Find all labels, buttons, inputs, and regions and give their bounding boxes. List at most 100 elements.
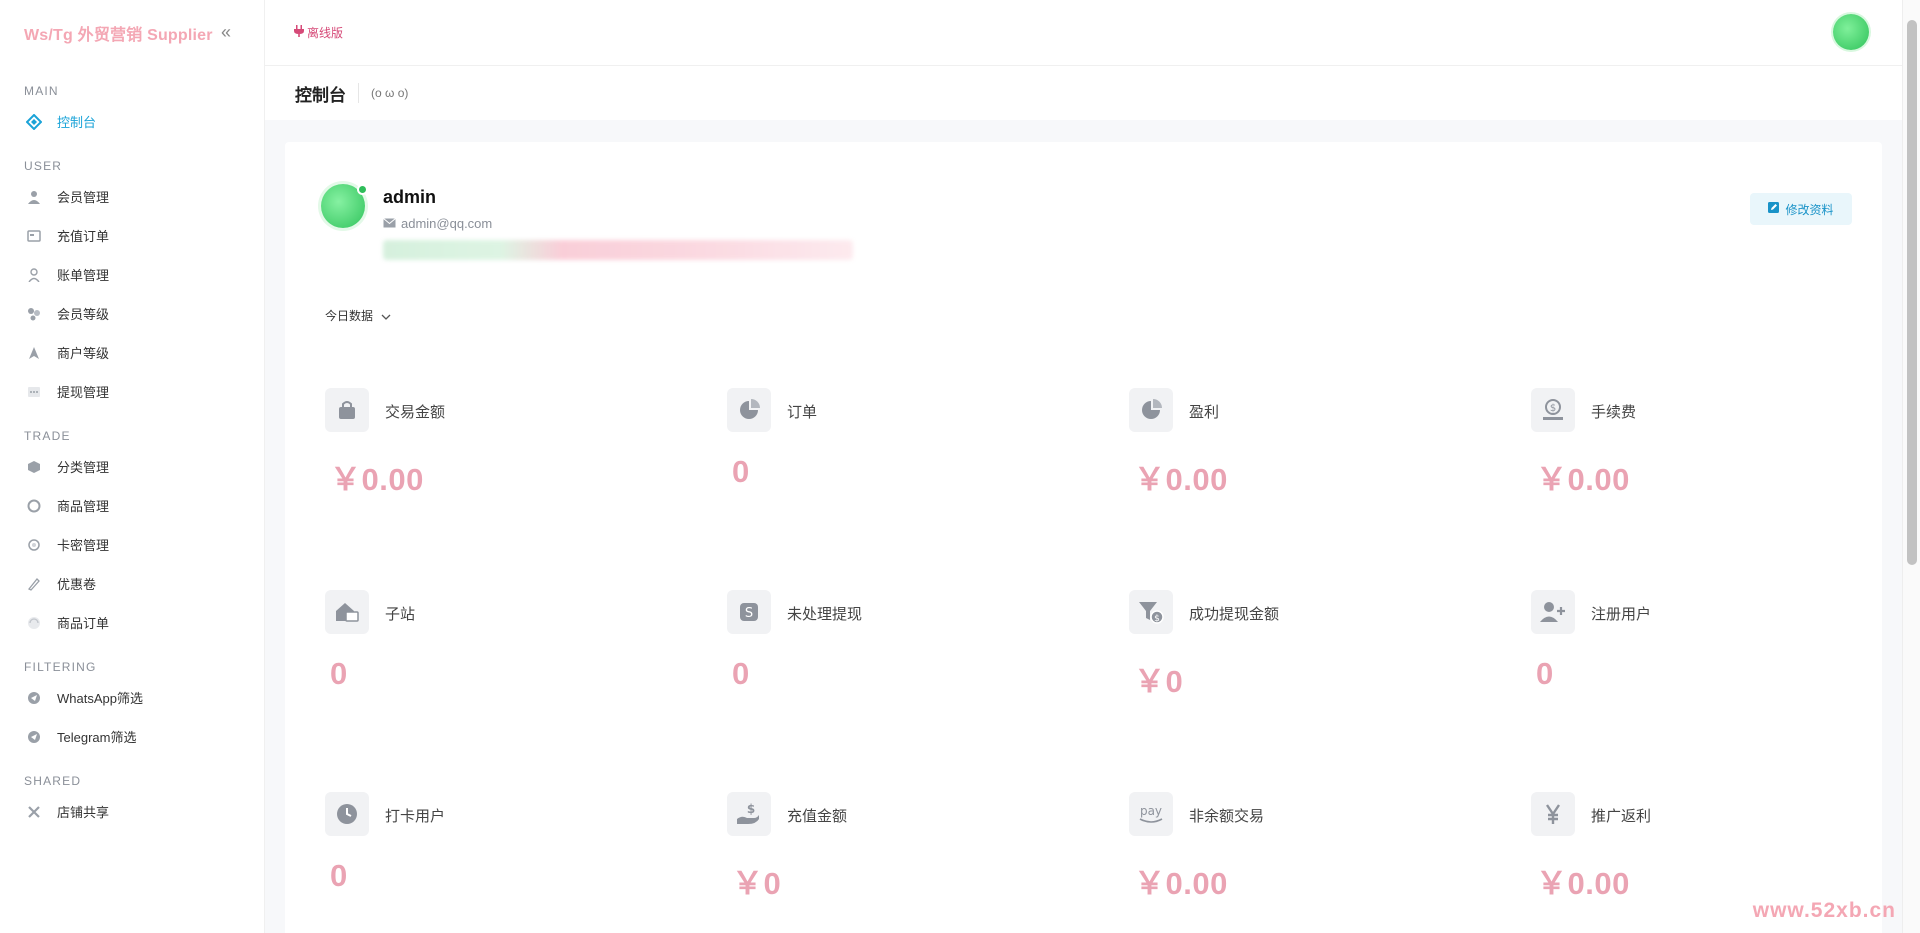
main-content: admin admin@qq.com 修改资料 今日数据 交易金额 ￥0.00 … <box>265 120 1902 933</box>
scroll-thumb[interactable] <box>1907 20 1917 565</box>
collapse-sidebar-icon[interactable]: « <box>216 22 236 42</box>
sidebar-item-label: 提现管理 <box>57 385 110 400</box>
bag-icon <box>325 388 369 432</box>
svg-text:$: $ <box>747 802 755 816</box>
sidebar: Ws/Tg 外贸营销 Supplier « MAIN 控制台 USER 会员管理… <box>0 0 265 933</box>
nav-section-trade: TRADE 分类管理 商品管理 卡密管理 优惠卷 商品订单 <box>0 425 264 642</box>
top-bar: 离线版 <box>265 0 1902 66</box>
coupon-icon <box>25 575 43 593</box>
stat-profit: 盈利 ￥0.00 <box>1129 388 1489 528</box>
stat-label: 子站 <box>385 606 416 623</box>
recharge-icon <box>25 227 43 245</box>
nav-heading: SHARED <box>24 774 82 788</box>
svg-text:pay: pay <box>1140 804 1162 818</box>
sidebar-item-cards[interactable]: 卡密管理 <box>0 525 264 564</box>
goods-icon <box>25 497 43 515</box>
dollar-icon: S <box>727 590 771 634</box>
yen-icon <box>1531 792 1575 836</box>
stat-registered-users: 注册用户 0 <box>1531 590 1891 730</box>
sidebar-item-recharge-orders[interactable]: 充值订单 <box>0 216 264 255</box>
pay-icon: pay <box>1129 792 1173 836</box>
date-range-select[interactable]: 今日数据 <box>325 307 391 324</box>
sidebar-item-bills[interactable]: 账单管理 <box>0 255 264 294</box>
edit-profile-button[interactable]: 修改资料 <box>1750 193 1852 225</box>
offline-label: 离线版 <box>307 26 344 40</box>
svg-text:$: $ <box>1550 403 1556 414</box>
nav-section-user: USER 会员管理 充值订单 账单管理 会员等级 商户等级 提现管理 <box>0 155 264 411</box>
sidebar-item-telegram-filter[interactable]: Telegram筛选 <box>0 717 264 756</box>
sidebar-item-withdrawals[interactable]: 提现管理 <box>0 372 264 411</box>
stat-value: 0 <box>732 656 750 691</box>
sidebar-item-label: 分类管理 <box>57 460 110 475</box>
stat-value: 0 <box>330 858 348 893</box>
edit-icon <box>1768 202 1780 216</box>
nav-section-shared: SHARED 店铺共享 <box>0 770 264 831</box>
profile-name: admin <box>383 187 437 207</box>
sidebar-item-label: 会员等级 <box>57 307 110 322</box>
sidebar-item-label: 商户等级 <box>57 346 110 361</box>
stat-label: 充值金额 <box>787 808 848 825</box>
sidebar-item-member-levels[interactable]: 会员等级 <box>0 294 264 333</box>
stat-substations: 子站 0 <box>325 590 685 730</box>
user-icon <box>25 188 43 206</box>
profile-email-text: admin@qq.com <box>401 216 493 231</box>
blurred-info <box>383 240 853 260</box>
stat-label: 打卡用户 <box>385 808 446 825</box>
stat-recharge-amount: $ 充值金额 ￥0 <box>727 792 1087 932</box>
level-icon <box>25 305 43 323</box>
sidebar-item-shop-share[interactable]: 店铺共享 <box>0 792 264 831</box>
sidebar-item-whatsapp-filter[interactable]: WhatsApp筛选 <box>0 678 264 717</box>
page-emoticon: (o ω o) <box>371 86 409 100</box>
stat-value: ￥0.00 <box>1134 866 1228 901</box>
brand-title: Ws/Tg 外贸营销 Supplier <box>24 27 213 44</box>
sidebar-item-dashboard[interactable]: 控制台 <box>0 102 264 141</box>
pie-chart-icon <box>727 388 771 432</box>
sidebar-item-merchant-levels[interactable]: 商户等级 <box>0 333 264 372</box>
sidebar-item-label: Telegram筛选 <box>57 730 137 745</box>
bill-icon <box>25 266 43 284</box>
user-plus-icon <box>1531 590 1575 634</box>
nav-heading: MAIN <box>24 84 59 98</box>
nav-heading: TRADE <box>24 429 71 443</box>
online-status-dot <box>357 184 368 195</box>
sidebar-item-label: WhatsApp筛选 <box>57 691 143 706</box>
profile-panel: admin admin@qq.com 修改资料 <box>315 162 1852 282</box>
sidebar-item-label: 商品管理 <box>57 499 110 514</box>
watermark: www.52xb.cn <box>1752 899 1896 922</box>
edit-profile-label: 修改资料 <box>1785 202 1834 217</box>
sidebar-item-label: 商品订单 <box>57 616 110 631</box>
sidebar-item-categories[interactable]: 分类管理 <box>0 447 264 486</box>
stat-checkin-users: 打卡用户 0 <box>325 792 685 932</box>
merchant-level-icon <box>25 344 43 362</box>
stat-value: ￥0 <box>1134 664 1184 699</box>
stat-non-balance-trades: pay 非余额交易 ￥0.00 <box>1129 792 1489 932</box>
stat-orders: 订单 0 <box>727 388 1087 528</box>
page-title: 控制台 <box>295 85 346 105</box>
stat-fee: $ 手续费 ￥0.00 <box>1531 388 1891 528</box>
stat-value: ￥0.00 <box>1536 462 1630 497</box>
page-scrollbar[interactable] <box>1902 0 1920 933</box>
stat-label: 未处理提现 <box>787 606 863 623</box>
stat-label: 盈利 <box>1189 404 1220 421</box>
sidebar-item-goods[interactable]: 商品管理 <box>0 486 264 525</box>
chevron-down-icon <box>381 309 391 323</box>
sidebar-item-label: 控制台 <box>57 115 97 130</box>
offline-badge[interactable]: 离线版 <box>294 24 343 41</box>
nav-section-filtering: FILTERING WhatsApp筛选 Telegram筛选 <box>0 656 264 756</box>
stat-value: ￥0 <box>732 866 782 901</box>
sidebar-item-label: 账单管理 <box>57 268 110 283</box>
whatsapp-filter-icon <box>25 689 43 707</box>
sidebar-item-members[interactable]: 会员管理 <box>0 177 264 216</box>
brand: Ws/Tg 外贸营销 Supplier « <box>0 0 264 66</box>
user-avatar[interactable] <box>1833 14 1869 50</box>
dashboard-card: admin admin@qq.com 修改资料 今日数据 交易金额 ￥0.00 … <box>285 142 1882 933</box>
stat-label: 推广返利 <box>1591 808 1652 825</box>
sidebar-item-label: 优惠卷 <box>57 577 97 592</box>
stat-value: ￥0.00 <box>1134 462 1228 497</box>
sidebar-item-label: 充值订单 <box>57 229 110 244</box>
money-hand-icon: $ <box>1531 388 1575 432</box>
sidebar-item-coupons[interactable]: 优惠卷 <box>0 564 264 603</box>
sidebar-item-label: 会员管理 <box>57 190 110 205</box>
sidebar-item-goods-orders[interactable]: 商品订单 <box>0 603 264 642</box>
stat-label: 交易金额 <box>385 404 446 421</box>
